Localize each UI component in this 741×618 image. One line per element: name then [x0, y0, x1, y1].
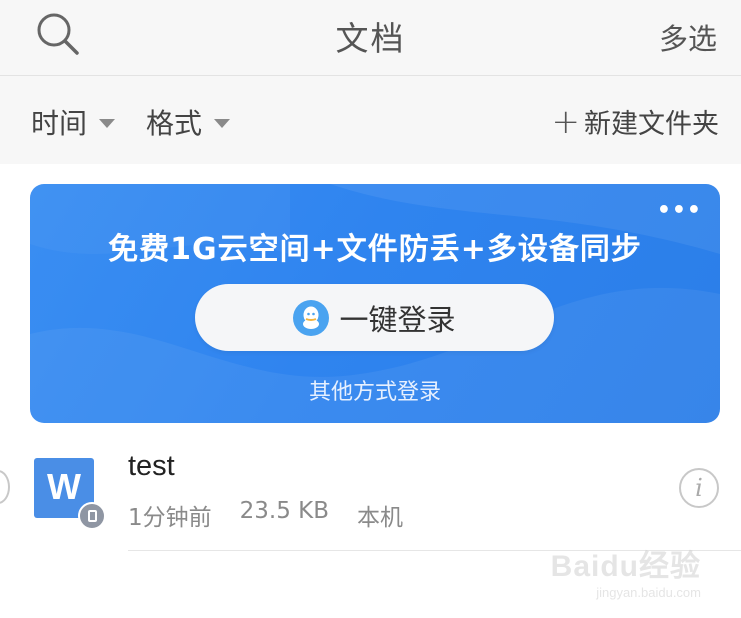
banner-headline: 免费1G云空间+文件防丢+多设备同步 — [108, 232, 642, 267]
file-icon-letter: W — [47, 466, 81, 507]
filter-time-dropdown[interactable]: 时间 — [31, 102, 116, 142]
filter-time-label: 时间 — [31, 107, 88, 140]
filter-toolbar: 时间 格式 + 新建文件夹 — [0, 76, 741, 164]
one-click-login-button[interactable]: 一键登录 — [195, 284, 554, 351]
baidu-jingyan-watermark: Baidu经验 jingyan.baidu.com — [551, 541, 701, 600]
info-icon[interactable]: i — [679, 468, 719, 508]
documents-screen: 文档 多选 时间 格式 + 新建文件夹 ••• 免费1G云空间+文件防丢+多设备… — [0, 0, 741, 618]
file-modified-time: 1分钟前 — [128, 505, 212, 531]
other-login-link[interactable]: 其他方式登录 — [30, 374, 720, 406]
cloud-promo-banner: ••• 免费1G云空间+文件防丢+多设备同步 一键登录 其他方式登录 — [30, 184, 720, 423]
file-meta: 1分钟前 23.5 KB 本机 — [128, 498, 431, 532]
filter-format-dropdown[interactable]: 格式 — [146, 102, 231, 142]
file-name: test — [128, 450, 175, 482]
new-folder-button[interactable]: + 新建文件夹 — [552, 102, 720, 141]
file-location: 本机 — [357, 505, 404, 531]
local-device-badge-icon — [78, 502, 106, 530]
page-title: 文档 — [335, 19, 406, 58]
filter-format-label: 格式 — [146, 107, 203, 140]
watermark-main: Baidu经验 — [550, 550, 701, 583]
multiselect-button[interactable]: 多选 — [659, 16, 717, 58]
plus-icon: + — [551, 101, 581, 142]
caret-down-icon — [214, 118, 231, 128]
watermark-sub: jingyan.baidu.com — [596, 585, 701, 600]
file-list-item[interactable]: W test 1分钟前 23.5 KB 本机 i — [0, 440, 741, 550]
swipe-edge-indicator — [0, 470, 10, 504]
new-folder-label: 新建文件夹 — [584, 109, 719, 140]
login-button-label: 一键登录 — [339, 302, 456, 337]
top-navbar: 文档 多选 — [0, 0, 741, 76]
caret-down-icon — [99, 118, 116, 128]
qq-icon — [293, 299, 330, 336]
more-options-icon[interactable]: ••• — [657, 198, 702, 223]
file-size: 23.5 KB — [239, 498, 330, 524]
